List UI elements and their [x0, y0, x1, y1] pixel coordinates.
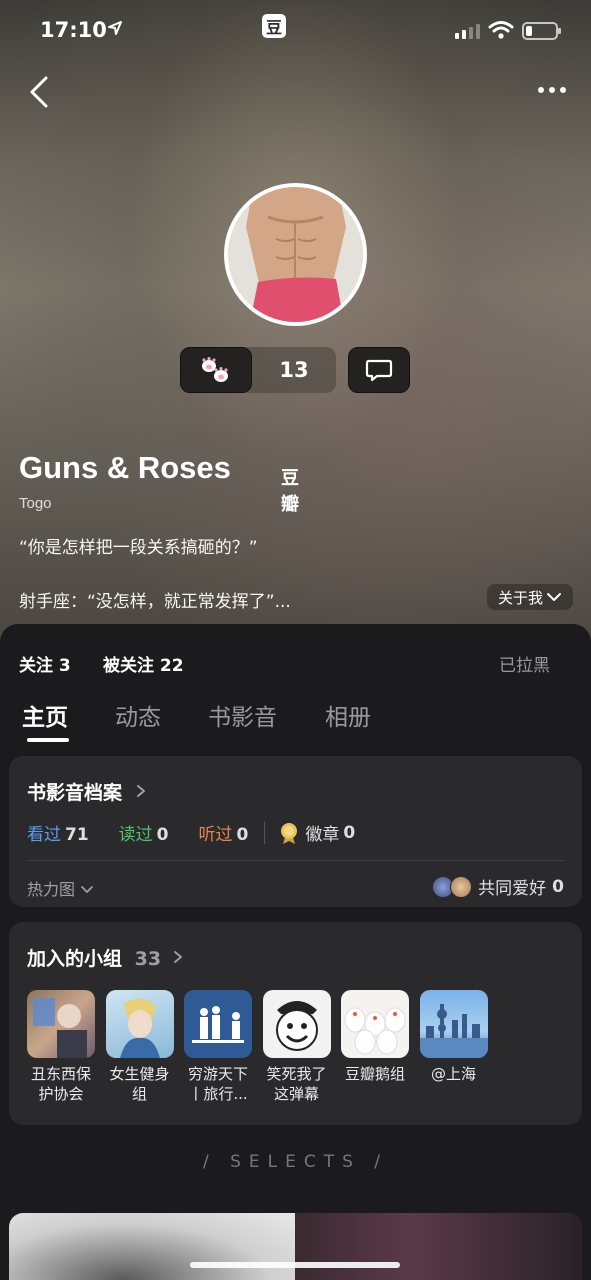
group-name: 穷游天下丨旅行...: [187, 1065, 248, 1103]
common-avatar-2: [450, 875, 473, 898]
group-item[interactable]: 穷游天下丨旅行...: [184, 990, 252, 1104]
home-indicator: [190, 1262, 400, 1268]
cellular-signal-icon: [455, 24, 480, 39]
groups-title[interactable]: 加入的小组 33: [27, 944, 184, 971]
selects-preview[interactable]: [9, 1213, 582, 1280]
status-time: 17:10: [40, 18, 107, 42]
group-name: 女生健身组: [109, 1065, 170, 1103]
chat-bubble-icon: [365, 359, 393, 382]
more-options-icon[interactable]: [538, 80, 572, 100]
selects-heading: / SELECTS /: [202, 1152, 389, 1172]
profile-content-sheet: 关注 3 被关注 22 已拉黑 主页 动态 书影音 相册 书影音档案 看过 71 …: [0, 624, 591, 1280]
app-name: 豆瓣: [281, 468, 299, 514]
douban-logo-icon: 豆: [262, 14, 286, 38]
status-bar: 17:10 豆 豆瓣: [0, 0, 591, 514]
tab-album[interactable]: 相册: [325, 698, 395, 732]
tab-activity[interactable]: 动态: [115, 698, 208, 732]
stat-listened[interactable]: 听过 0: [199, 820, 249, 845]
wifi-icon: [488, 21, 514, 39]
joined-groups-card: 加入的小组 33 丑东西保护协会 女生健身组 穷游天下丨旅行... 笑死我了这弹…: [9, 922, 582, 1125]
stat-watched[interactable]: 看过 71: [27, 820, 89, 845]
app-indicator: 豆 豆瓣: [262, 14, 299, 514]
medal-icon: [281, 822, 298, 844]
group-thumbnail: [105, 990, 174, 1058]
avatar-photo: [228, 187, 363, 322]
bio-line-2: 射手座：“没怎样，就正常发挥了”...: [19, 592, 291, 612]
active-tab-indicator: [27, 738, 69, 742]
location-arrow-icon: [108, 21, 122, 35]
media-archive-card[interactable]: 书影音档案 看过 71 读过 0 听过 0 徽章 0 热力图 共同爱好 0: [9, 756, 582, 907]
group-thumbnail: [184, 990, 252, 1058]
group-item[interactable]: 丑东西保护协会: [27, 990, 95, 1104]
group-item[interactable]: 笑死我了这弹幕: [262, 990, 331, 1104]
group-name: 豆瓣鹅组: [344, 1065, 405, 1083]
paw-button[interactable]: [180, 347, 252, 393]
group-thumbnail: [419, 990, 488, 1058]
profile-tabs: 主页 动态 书影音 相册: [22, 698, 395, 732]
selects-image[interactable]: [295, 1213, 582, 1280]
tab-home[interactable]: 主页: [22, 698, 115, 732]
group-thumbnail: [262, 990, 331, 1058]
archive-stats: 看过 71 读过 0 听过 0 徽章 0: [27, 820, 385, 845]
archive-title[interactable]: 书影音档案: [27, 778, 147, 805]
stat-badges[interactable]: 徽章 0: [279, 820, 355, 845]
card-divider: [27, 860, 564, 861]
profile-name: Guns & Roses: [19, 450, 231, 485]
avatar[interactable]: [224, 183, 367, 326]
heatmap-toggle[interactable]: 热力图: [27, 876, 94, 900]
common-interests[interactable]: 共同爱好 0: [432, 874, 564, 899]
group-thumbnail: [341, 990, 409, 1058]
chevron-down-icon: [81, 886, 94, 893]
paw-count: 13: [279, 358, 309, 382]
blocked-button[interactable]: 已拉黑: [499, 651, 550, 676]
stat-read[interactable]: 读过 0: [119, 820, 169, 845]
group-item[interactable]: 女生健身组: [105, 990, 174, 1104]
back-chevron-icon[interactable]: [24, 72, 60, 112]
group-item[interactable]: @上海: [419, 990, 488, 1104]
message-button[interactable]: [348, 347, 410, 393]
group-name: 丑东西保护协会: [30, 1065, 91, 1103]
following-count[interactable]: 关注 3: [19, 651, 71, 676]
stats-divider: [264, 821, 266, 844]
tab-media[interactable]: 书影音: [208, 698, 325, 732]
battery-icon: [522, 22, 561, 40]
selects-image[interactable]: [9, 1213, 295, 1280]
group-name: @上海: [430, 1065, 476, 1083]
chevron-down-icon: [547, 593, 561, 601]
paw-icon: [202, 357, 228, 382]
about-me-label: 关于我: [497, 588, 543, 607]
bio-line-1: “你是怎样把一段关系搞砸的？”: [19, 538, 258, 558]
chevron-right-icon: [136, 785, 145, 797]
about-me-button[interactable]: 关于我: [487, 584, 573, 610]
groups-list: 丑东西保护协会 女生健身组 穷游天下丨旅行... 笑死我了这弹幕 豆瓣鹅组 @上…: [27, 990, 498, 1104]
group-item[interactable]: 豆瓣鹅组: [341, 990, 409, 1104]
followers-count[interactable]: 被关注 22: [103, 651, 184, 676]
group-thumbnail: [27, 990, 95, 1058]
group-name: 笑死我了这弹幕: [266, 1065, 327, 1103]
chevron-right-icon: [173, 951, 182, 963]
profile-location: Togo: [19, 495, 52, 512]
